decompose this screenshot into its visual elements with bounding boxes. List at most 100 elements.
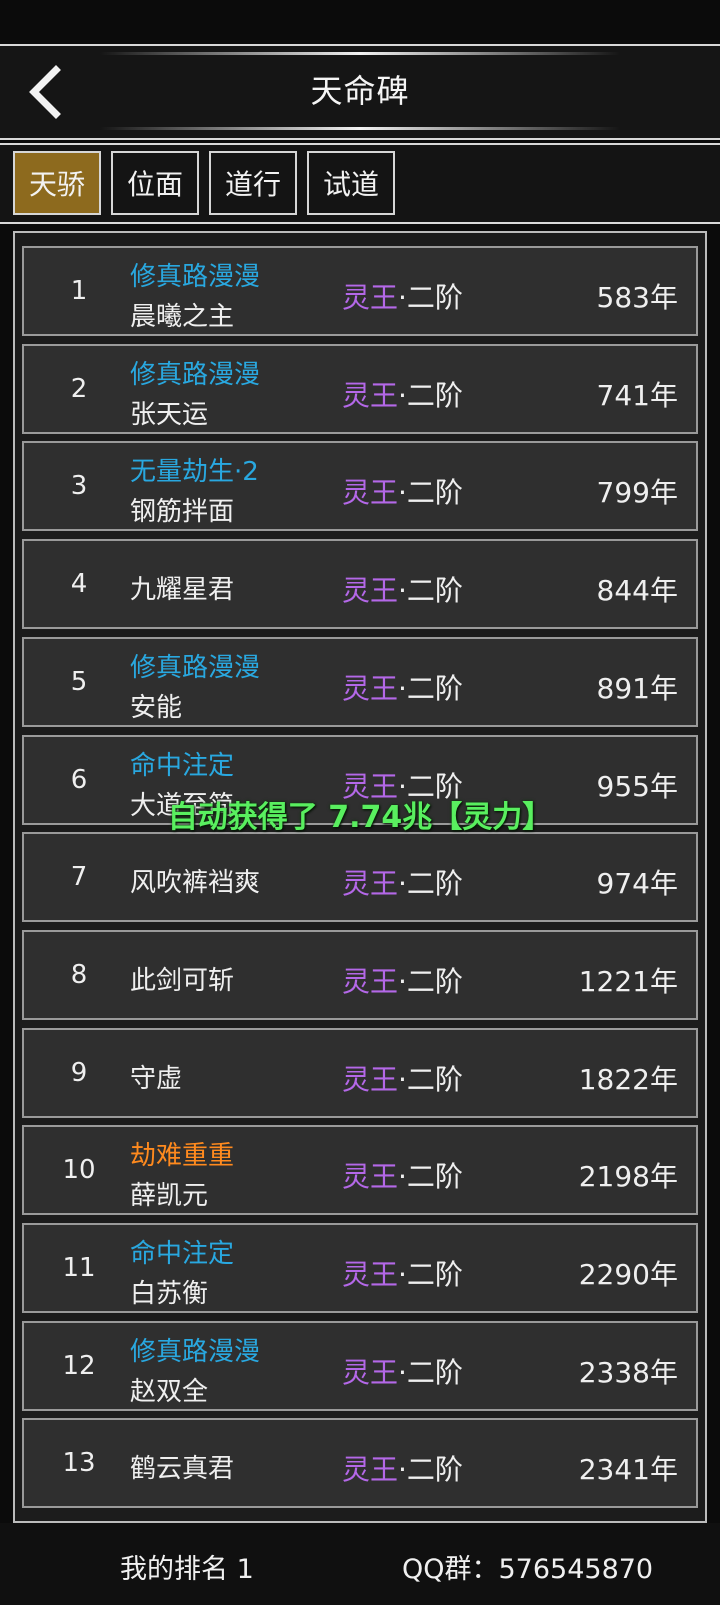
realm-rank: 灵王 [342,1453,399,1487]
rank-number: 2 [70,373,88,404]
cultivation-realm: 灵王·二阶 [342,1155,463,1195]
player-name: 白苏衡 [130,1279,209,1309]
realm-rank: 灵王 [342,769,399,803]
cultivation-years: 2341年 [579,1448,678,1488]
ranking-row[interactable]: 13 鹤云真君 灵王·二阶 2341年 [22,1418,698,1509]
realm-rank: 灵王 [342,1062,399,1096]
ranking-row[interactable]: 8 此剑可斩 灵王·二阶 1221年 [22,929,698,1020]
my-rank: 我的排名 1 [120,1554,254,1585]
years-value: 1221 [578,964,650,998]
cultivation-years: 2338年 [579,1351,678,1391]
realm-separator: · [398,476,407,510]
years-value: 2290 [578,1258,650,1291]
ranking-row[interactable]: 2 修真路漫漫 张天运 灵王·二阶 741年 [22,343,698,434]
realm-separator: · [398,1453,407,1487]
ranking-row[interactable]: 4 九耀星君 灵王·二阶 844年 [22,539,698,630]
player-name: 守虚 [130,1063,183,1094]
header: 天命碑 [0,44,720,140]
years-unit: 年 [649,378,678,412]
cultivation-realm: 灵王·二阶 [342,569,463,609]
tab-weimian[interactable]: 位面 [111,151,199,215]
qq-group: QQ群：576545870 [402,1554,654,1585]
years-unit: 年 [649,1355,678,1389]
realm-separator: · [398,1258,407,1291]
rank-number: 4 [70,569,88,600]
player-name: 薛凯元 [130,1181,209,1212]
years-unit: 年 [649,476,678,510]
realm-rank: 灵王 [342,964,399,998]
player-name: 晨曦之主 [130,302,235,332]
player-name: 风吹裤裆爽 [130,868,261,899]
rank-number: 5 [70,666,88,697]
realm-stage: 二阶 [406,574,463,608]
realm-separator: · [398,281,407,314]
player-title: 无量劫生·2 [130,457,259,488]
status-bar [0,0,720,44]
realm-stage: 二阶 [406,1355,463,1389]
realm-stage: 二阶 [406,476,463,510]
cultivation-realm: 灵王·二阶 [342,1448,463,1488]
tab-shidao[interactable]: 试道 [307,151,395,215]
player-name: 大道至简 [130,790,235,821]
years-value: 2198 [578,1160,650,1194]
header-ornament-line [100,127,620,130]
cultivation-realm: 灵王·二阶 [342,1058,463,1098]
years-value: 844 [596,574,650,608]
realm-separator: · [398,867,407,901]
realm-stage: 二阶 [406,281,463,314]
years-value: 583 [596,281,650,314]
player-name: 张天运 [130,399,209,430]
cultivation-years: 1822年 [579,1058,678,1098]
tab-daoxing[interactable]: 道行 [209,151,297,215]
ranking-list[interactable]: 1 修真路漫漫 晨曦之主 灵王·二阶 583年 2 修真路漫漫 张天运 灵王·二阶 741年 3 无量… [13,231,707,1523]
cultivation-years: 891年 [597,667,678,707]
ranking-row[interactable]: 11 命中注定 白苏衡 灵王·二阶 2290年 [22,1223,698,1313]
cultivation-realm: 灵王·二阶 [342,471,463,511]
rank-number: 3 [70,471,88,502]
realm-separator: · [398,1355,407,1389]
realm-stage: 二阶 [406,964,463,998]
years-unit: 年 [649,769,678,803]
cultivation-realm: 灵王·二阶 [342,862,463,902]
ranking-row[interactable]: 6 命中注定 大道至简 灵王·二阶 955年 [22,734,698,825]
rank-number: 12 [62,1350,96,1381]
cultivation-realm: 灵王·二阶 [342,1351,463,1391]
rank-number: 1 [70,276,88,306]
realm-rank: 灵王 [342,671,399,705]
cultivation-years: 741年 [597,374,678,414]
cultivation-years: 799年 [597,471,678,511]
player-name: 赵双全 [130,1376,209,1407]
ranking-row[interactable]: 12 修真路漫漫 赵双全 灵王·二阶 2338年 [22,1320,698,1411]
rank-number: 13 [62,1448,96,1479]
cultivation-years: 1221年 [579,960,678,1000]
realm-separator: · [398,1160,407,1194]
realm-stage: 二阶 [406,769,463,803]
ranking-row[interactable]: 1 修真路漫漫 晨曦之主 灵王·二阶 583年 [22,246,698,336]
rank-number: 7 [70,862,88,893]
years-unit: 年 [649,1453,678,1487]
ranking-row[interactable]: 10 劫难重重 薛凯元 灵王·二阶 2198年 [22,1125,698,1216]
realm-separator: · [398,769,407,803]
cultivation-years: 2290年 [579,1253,678,1293]
realm-rank: 灵王 [342,281,399,314]
years-unit: 年 [649,964,678,998]
realm-rank: 灵王 [342,867,399,901]
cultivation-years: 974年 [597,862,678,902]
ranking-row[interactable]: 7 风吹裤裆爽 灵王·二阶 974年 [22,832,698,923]
realm-stage: 二阶 [406,671,463,705]
realm-stage: 二阶 [406,867,463,901]
years-value: 891 [596,671,650,705]
realm-stage: 二阶 [406,1062,463,1096]
cultivation-realm: 灵王·二阶 [342,667,463,707]
player-title: 劫难重重 [130,1141,235,1172]
years-value: 974 [596,867,650,901]
ranking-row[interactable]: 3 无量劫生·2 钢筋拌面 灵王·二阶 799年 [22,441,698,532]
player-name: 钢筋拌面 [130,497,235,528]
tab-tianjiao[interactable]: 天骄 [13,151,101,215]
years-unit: 年 [649,1160,678,1194]
realm-rank: 灵王 [342,1355,399,1389]
cultivation-years: 955年 [597,765,678,805]
ranking-row[interactable]: 9 守虚 灵王·二阶 1822年 [22,1027,698,1118]
rank-number: 8 [70,959,88,990]
ranking-row[interactable]: 5 修真路漫漫 安能 灵王·二阶 891年 [22,636,698,727]
